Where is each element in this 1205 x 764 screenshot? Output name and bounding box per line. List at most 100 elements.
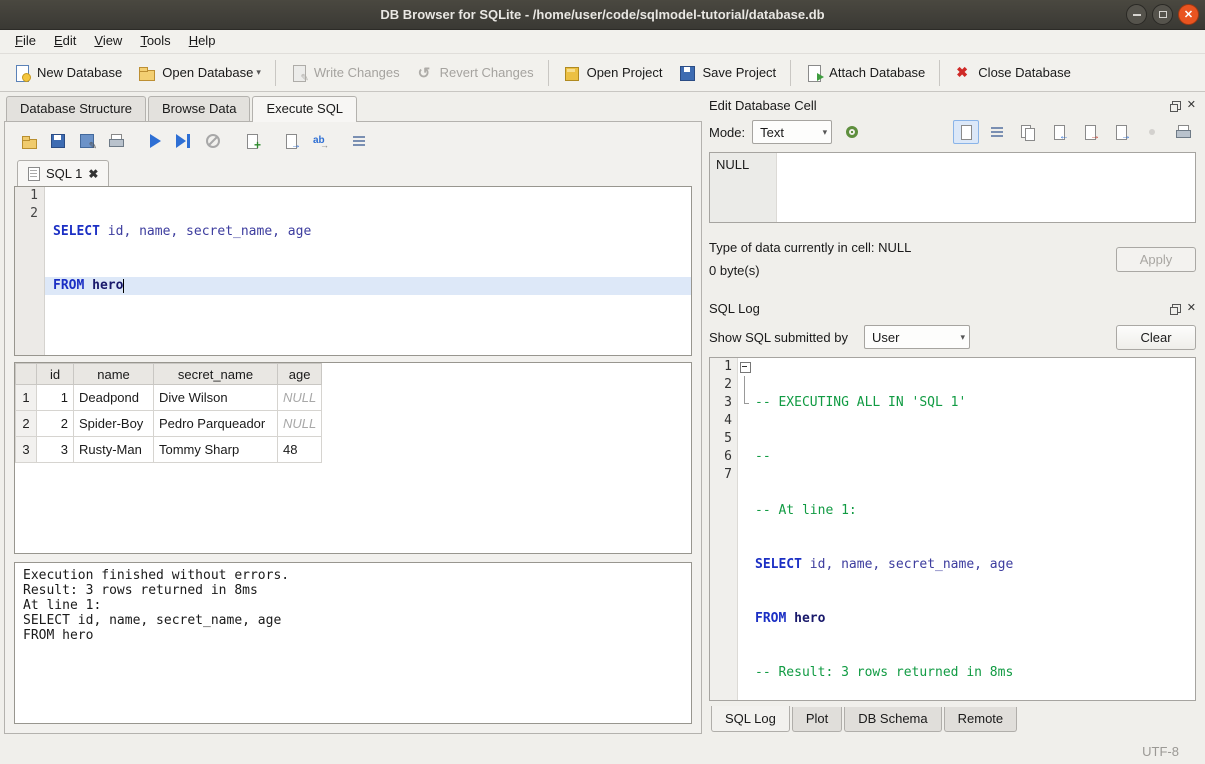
export-sql-button[interactable] — [278, 128, 304, 154]
import-data-button[interactable] — [1046, 120, 1072, 144]
tab-db-schema[interactable]: DB Schema — [844, 707, 941, 732]
menu-help[interactable]: Help — [180, 30, 225, 53]
mode-value: Text — [760, 125, 784, 140]
execute-all-button[interactable] — [142, 128, 168, 154]
float-dock-icon[interactable] — [1172, 304, 1181, 313]
save-sql-file-icon — [50, 133, 66, 149]
tab-plot[interactable]: Plot — [792, 707, 842, 732]
row-header[interactable]: 1 — [16, 385, 37, 411]
cell-name[interactable]: Spider-Boy — [74, 411, 154, 437]
tab-browse-data[interactable]: Browse Data — [148, 96, 250, 121]
open-sql-file-button[interactable] — [16, 128, 42, 154]
mode-select[interactable]: Text ▾ — [752, 120, 832, 144]
cell-name[interactable]: Deadpond — [74, 385, 154, 411]
cell-secret-name[interactable]: Pedro Parqueador — [154, 411, 278, 437]
column-header-secret-name[interactable]: secret_name — [154, 364, 278, 385]
format-sql-button[interactable] — [346, 128, 372, 154]
status-bar: UTF-8 — [0, 738, 1205, 764]
save-as-button[interactable] — [1108, 120, 1134, 144]
cell-id[interactable]: 1 — [37, 385, 74, 411]
editor-code-area[interactable]: SELECT id, name, secret_name, age FROM h… — [45, 187, 691, 355]
left-pane: Database Structure Browse Data Execute S… — [0, 92, 702, 738]
sql-file-icon — [28, 167, 40, 181]
row-header[interactable]: 3 — [16, 437, 37, 463]
close-dock-icon[interactable]: ✕ — [1187, 100, 1196, 111]
save-sql-file-as-button[interactable] — [74, 128, 100, 154]
corner-header[interactable] — [16, 364, 37, 385]
new-database-button[interactable]: New Database — [6, 60, 129, 86]
new-sql-tab-button[interactable] — [239, 128, 265, 154]
sql-log-header: SQL Log ✕ — [709, 297, 1196, 319]
row-header[interactable]: 2 — [16, 411, 37, 437]
new-database-label: New Database — [37, 65, 122, 80]
text-cursor — [123, 279, 124, 293]
clear-log-button[interactable]: Clear — [1116, 325, 1196, 350]
column-header-age[interactable]: age — [278, 364, 322, 385]
cell-name[interactable]: Rusty-Man — [74, 437, 154, 463]
column-header-name[interactable]: name — [74, 364, 154, 385]
menu-view[interactable]: View — [85, 30, 131, 53]
execution-message-area[interactable]: Execution finished without errors. Resul… — [14, 562, 692, 724]
copy-button[interactable] — [1015, 120, 1041, 144]
export-icon — [1082, 124, 1098, 140]
open-database-button[interactable]: Open Database ▾ — [131, 60, 268, 86]
close-sql-tab-icon[interactable]: ✖ — [88, 167, 98, 181]
close-button[interactable]: ✕ — [1178, 4, 1199, 25]
stop-execution-button[interactable] — [200, 128, 226, 154]
column-header-id[interactable]: id — [37, 364, 74, 385]
maximize-button[interactable] — [1152, 4, 1173, 25]
cell-age[interactable]: NULL — [278, 411, 322, 437]
find-replace-button[interactable] — [307, 128, 333, 154]
save-project-button[interactable]: Save Project — [671, 60, 783, 86]
tab-sql-log[interactable]: SQL Log — [711, 706, 790, 732]
toolbar-separator — [548, 60, 549, 86]
menu-edit[interactable]: Edit — [45, 30, 85, 53]
save-sql-file-as-icon — [79, 133, 95, 149]
execute-current-line-button[interactable] — [171, 128, 197, 154]
apply-button[interactable]: Apply — [1116, 247, 1196, 272]
open-project-icon — [563, 64, 581, 82]
open-project-button[interactable]: Open Project — [556, 60, 670, 86]
attach-database-button[interactable]: Attach Database — [798, 60, 932, 86]
menu-tools[interactable]: Tools — [131, 30, 179, 53]
cell-secret-name[interactable]: Tommy Sharp — [154, 437, 278, 463]
sql-log-view[interactable]: 1 2 3 4 5 6 7 -- — [709, 357, 1196, 701]
tab-remote[interactable]: Remote — [944, 707, 1018, 732]
fold-marker-icon[interactable] — [738, 358, 751, 376]
set-null-button[interactable] — [1139, 120, 1165, 144]
minimize-button[interactable] — [1126, 4, 1147, 25]
edit-cell-header: Edit Database Cell ✕ — [709, 94, 1196, 116]
close-dock-icon[interactable]: ✕ — [1187, 303, 1196, 314]
export-data-button[interactable] — [1077, 120, 1103, 144]
code-line-2: FROM hero — [45, 277, 691, 295]
tab-database-structure[interactable]: Database Structure — [6, 96, 146, 121]
log-fold-column[interactable] — [738, 358, 751, 700]
cell-age[interactable]: 48 — [278, 437, 322, 463]
close-database-icon — [954, 64, 972, 82]
tab-execute-sql[interactable]: Execute SQL — [252, 96, 357, 122]
write-changes-button[interactable]: Write Changes — [283, 60, 407, 86]
float-dock-icon[interactable] — [1172, 101, 1181, 110]
cell-secret-name[interactable]: Dive Wilson — [154, 385, 278, 411]
submitted-by-select[interactable]: User ▾ — [864, 325, 970, 349]
print-cell-button[interactable] — [1170, 120, 1196, 144]
tab-sql-1[interactable]: SQL 1 ✖ — [17, 160, 109, 186]
cell-id[interactable]: 3 — [37, 437, 74, 463]
revert-changes-button[interactable]: Revert Changes — [409, 60, 541, 86]
text-view-button[interactable] — [953, 120, 979, 144]
save-sql-file-button[interactable] — [45, 128, 71, 154]
auto-mode-button[interactable] — [839, 120, 865, 144]
word-wrap-button[interactable] — [984, 120, 1010, 144]
cell-age[interactable]: NULL — [278, 385, 322, 411]
edit-cell-toolbar: Mode: Text ▾ — [709, 116, 1196, 148]
cell-id[interactable]: 2 — [37, 411, 74, 437]
toolbar-separator — [275, 60, 276, 86]
menu-file[interactable]: File — [6, 30, 45, 53]
cell-value-editor[interactable]: NULL — [709, 152, 1196, 223]
close-database-button[interactable]: Close Database — [947, 60, 1078, 86]
menubar: File Edit View Tools Help — [0, 30, 1205, 54]
print-sql-button[interactable] — [103, 128, 129, 154]
open-database-dropdown-icon[interactable]: ▾ — [256, 67, 261, 78]
sql-editor-toolbar — [14, 126, 692, 156]
sql-editor[interactable]: 1 2 SELECT id, name, secret_name, age FR… — [14, 186, 692, 356]
